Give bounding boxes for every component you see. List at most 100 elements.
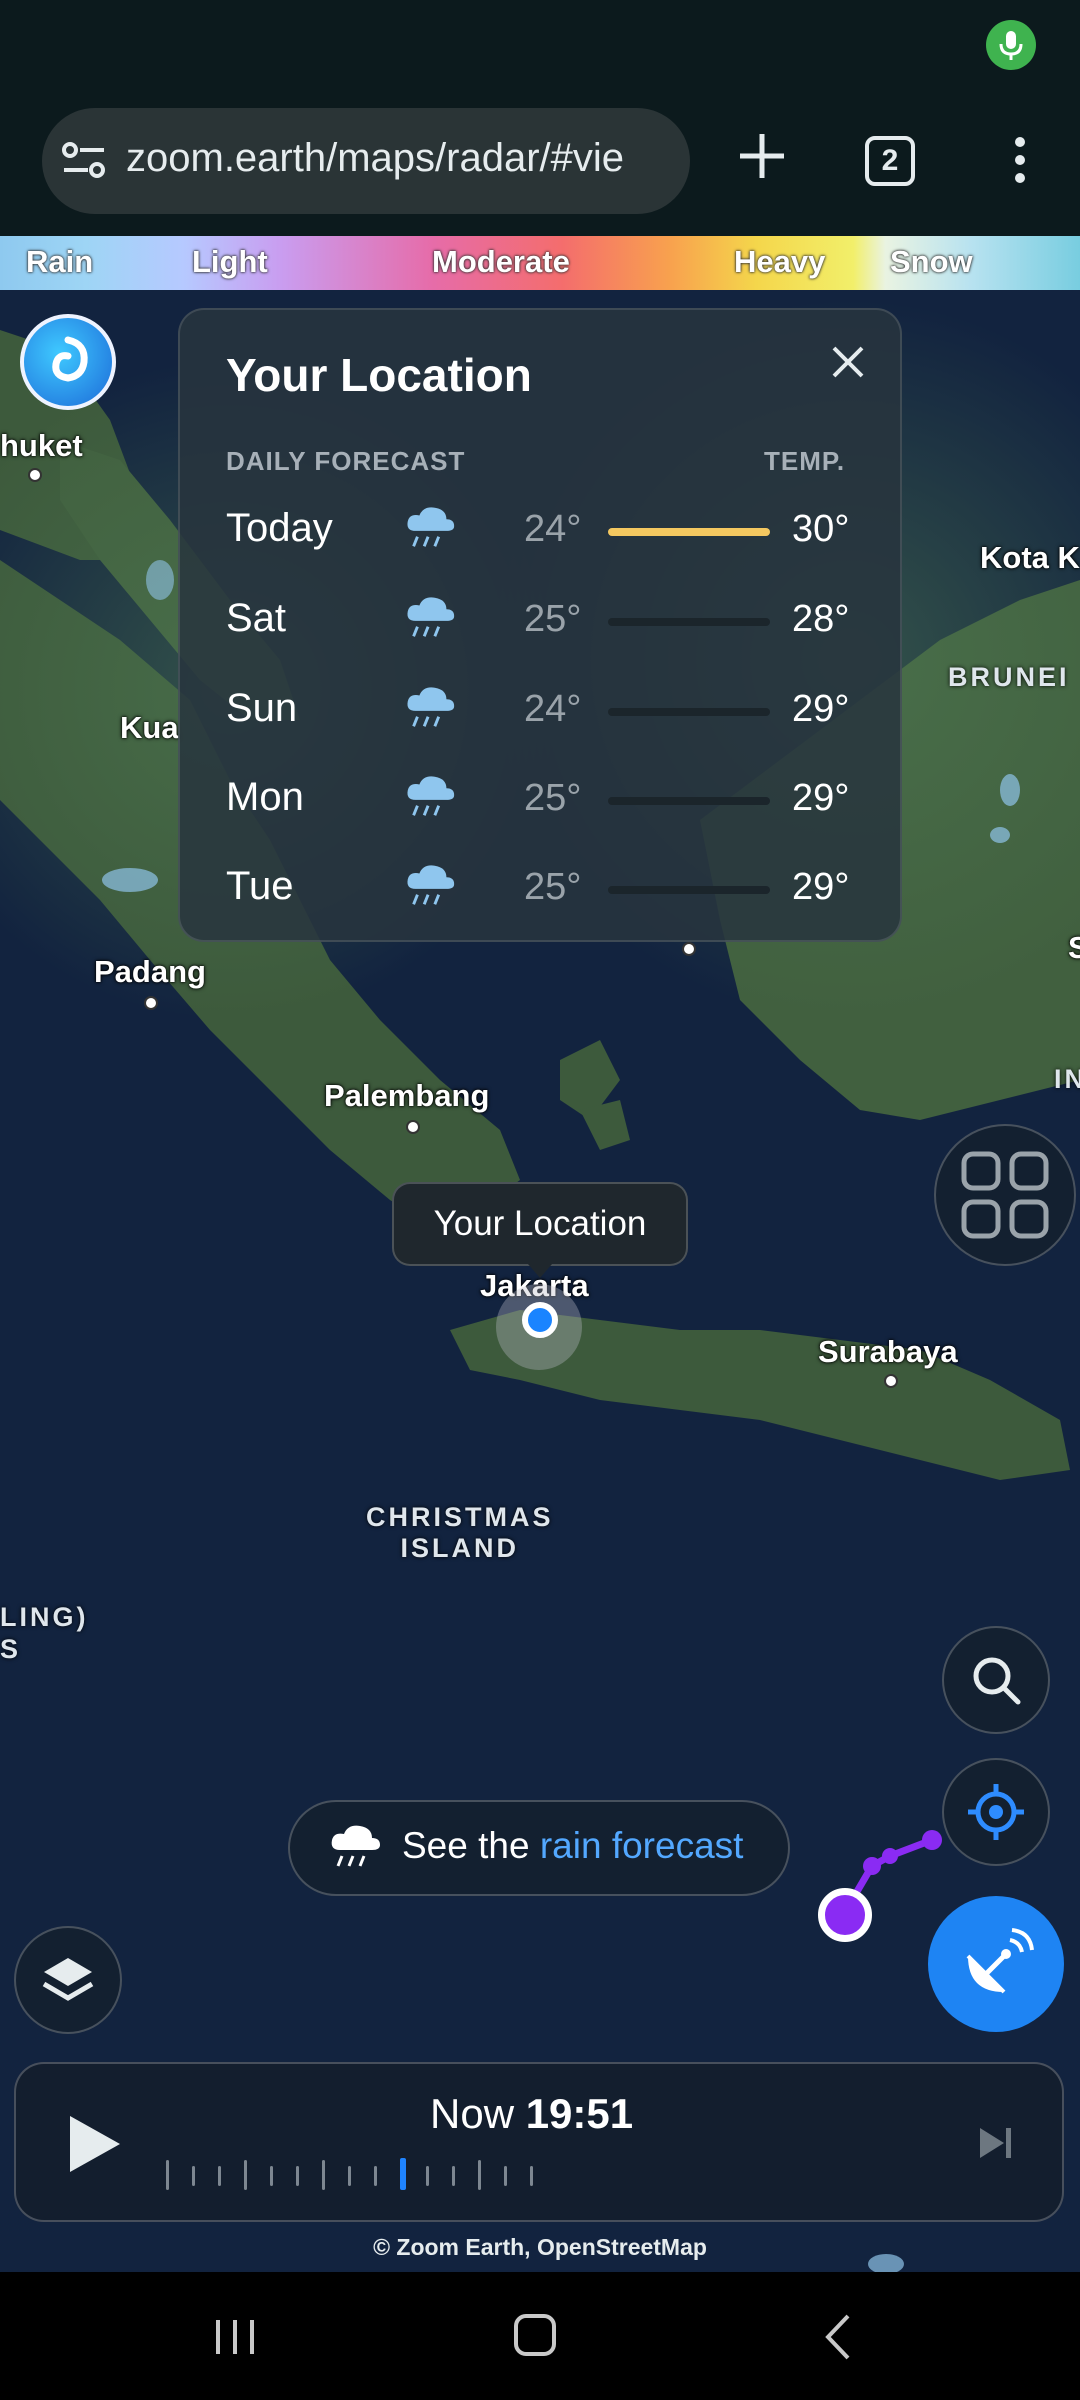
timeline-tick[interactable] — [426, 2166, 429, 2186]
legend-snow: Snow — [890, 244, 973, 279]
city-label-kuala: Kua — [120, 710, 179, 745]
layers-icon — [42, 1958, 94, 2001]
current-time-label: Now 19:51 — [430, 2090, 633, 2138]
crosshair-icon — [968, 1784, 1024, 1840]
forecast-day-name: Sun — [226, 686, 298, 730]
forecast-high-temp: 29° — [792, 688, 850, 730]
rain-cloud-icon — [402, 858, 458, 914]
rain-forecast-prefix: See the — [402, 1825, 540, 1866]
forecast-day-name: Tue — [226, 864, 294, 908]
forecast-low-temp: 24° — [524, 508, 582, 550]
new-tab-plus-icon[interactable] — [732, 126, 792, 186]
search-icon — [973, 1657, 1021, 1705]
city-label-palembang: Palembang — [324, 1078, 490, 1113]
forecast-high-temp: 30° — [792, 508, 850, 550]
tooltip-arrow — [528, 1264, 552, 1278]
timeline-tick[interactable] — [270, 2166, 273, 2186]
forecast-low-temp: 25° — [524, 598, 582, 640]
legend-rain: Rain — [26, 244, 94, 279]
url-text[interactable]: zoom.earth/maps/radar/#vie — [126, 136, 671, 181]
city-dot — [406, 1120, 420, 1134]
island-label-cocos-2: S — [0, 1634, 22, 1664]
city-dot — [144, 996, 158, 1010]
status-bar — [0, 0, 1080, 96]
more-menu-icon[interactable] — [1000, 130, 1040, 190]
city-label-surabaya: Surabaya — [818, 1334, 958, 1369]
forecast-card-title: Your Location — [226, 349, 532, 401]
city-dot — [682, 942, 696, 956]
rain-cloud-icon — [402, 680, 458, 736]
forecast-day-name: Sat — [226, 596, 287, 640]
your-location-tooltip[interactable]: Your Location — [392, 1182, 688, 1266]
edge-label-s: S — [1068, 930, 1080, 965]
storm-position-marker[interactable] — [818, 1888, 872, 1942]
timeline-tick[interactable] — [218, 2166, 221, 2186]
forecast-day-name: Mon — [226, 775, 304, 819]
city-dot — [884, 1374, 898, 1388]
timeline-tick[interactable] — [374, 2166, 377, 2186]
map-grid-button[interactable] — [934, 1124, 1076, 1266]
legend-moderate: Moderate — [432, 244, 570, 279]
site-settings-icon[interactable] — [62, 140, 106, 180]
timeline-tick[interactable] — [348, 2166, 351, 2186]
city-label-phuket: huket — [0, 428, 83, 463]
layers-button[interactable] — [14, 1926, 122, 2034]
forecast-high-temp: 29° — [792, 777, 850, 819]
island-label-christmas: CHRISTMAS ISLAND — [366, 1502, 554, 1563]
mic-icon — [986, 20, 1036, 70]
map-attribution: © Zoom Earth, OpenStreetMap — [373, 2234, 707, 2260]
tab-switcher-button[interactable]: 2 — [865, 136, 915, 186]
timeline-current-tick[interactable] — [400, 2158, 406, 2190]
now-text: Now — [430, 2090, 515, 2137]
rain-cloud-icon — [326, 1818, 384, 1876]
legend-heavy: Heavy — [734, 244, 826, 279]
rain-forecast-link[interactable]: rain forecast — [540, 1825, 744, 1866]
rain-forecast-text[interactable]: See the rain forecast — [402, 1825, 743, 1867]
timeline-tick[interactable] — [192, 2166, 195, 2186]
rain-cloud-icon — [402, 769, 458, 825]
forecast-low-temp: 25° — [524, 866, 582, 908]
search-button[interactable] — [942, 1626, 1050, 1734]
play-icon — [70, 2116, 120, 2172]
grid-icon — [961, 1151, 1049, 1239]
timeline-tick[interactable] — [504, 2166, 507, 2186]
temperature-range-bar — [608, 797, 770, 805]
time-text: 19:51 — [525, 2090, 634, 2137]
forecast-high-temp: 29° — [792, 866, 850, 908]
home-icon[interactable] — [514, 2314, 556, 2356]
radar-mode-button[interactable] — [928, 1896, 1064, 2032]
forecast-low-temp: 24° — [524, 688, 582, 730]
temperature-range-bar — [608, 708, 770, 716]
city-label-padang: Padang — [94, 954, 206, 989]
timeline-tick[interactable] — [452, 2166, 455, 2186]
close-icon[interactable] — [826, 340, 870, 384]
timeline-tick[interactable] — [244, 2160, 247, 2190]
timeline-tick[interactable] — [530, 2166, 533, 2186]
satellite-dish-icon — [966, 1928, 1034, 1994]
back-icon[interactable] — [820, 2312, 856, 2362]
timeline-tick[interactable] — [322, 2160, 325, 2190]
zoom-earth-logo-icon[interactable] — [20, 314, 116, 410]
timeline-tick[interactable] — [478, 2160, 481, 2190]
forecast-high-temp: 28° — [792, 598, 850, 640]
temp-header: TEMP. — [764, 446, 846, 476]
recent-apps-icon[interactable] — [210, 2316, 260, 2358]
timeline-tick[interactable] — [296, 2166, 299, 2186]
temperature-range-bar — [608, 886, 770, 894]
daily-forecast-header: DAILY FORECAST — [226, 446, 466, 476]
current-location-marker[interactable] — [522, 1302, 558, 1338]
timeline-tick[interactable] — [166, 2160, 169, 2190]
skip-to-end-icon[interactable] — [976, 2124, 1016, 2162]
country-label-brunei: BRUNEI — [948, 662, 1070, 692]
play-button[interactable] — [64, 2112, 124, 2176]
island-label-cocos: LING) — [0, 1602, 89, 1632]
temperature-range-bar — [608, 618, 770, 626]
city-label-kota-kinabalu: Kota K — [980, 540, 1080, 575]
forecast-low-temp: 25° — [524, 777, 582, 819]
legend-light: Light — [192, 244, 268, 279]
locate-me-button[interactable] — [942, 1758, 1050, 1866]
rain-cloud-icon — [402, 500, 458, 556]
forecast-day-name: Today — [226, 506, 333, 550]
temperature-range-bar — [608, 528, 770, 536]
edge-label-in: IN — [1054, 1064, 1080, 1094]
